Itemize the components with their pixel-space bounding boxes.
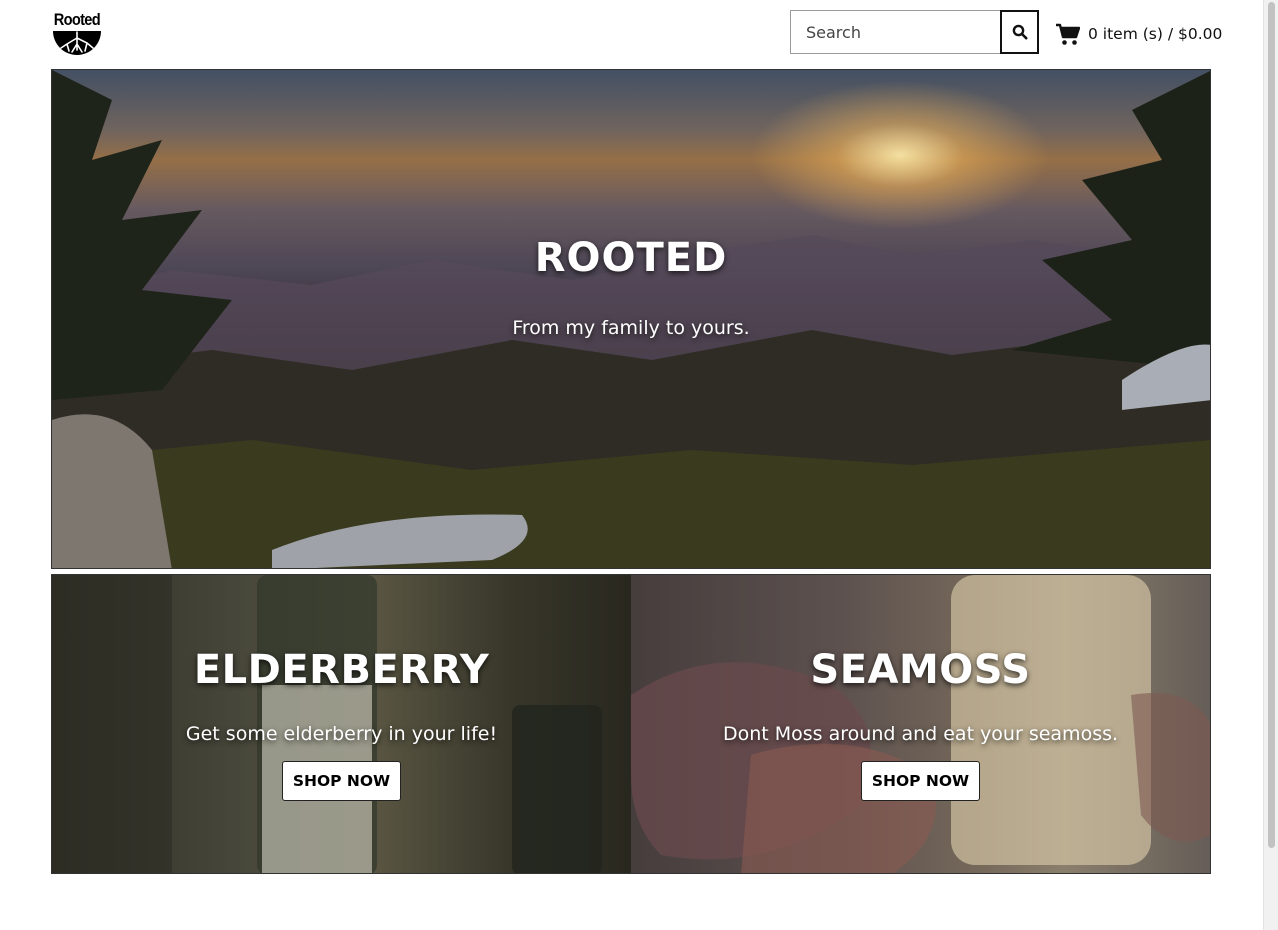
- logo-text: Rooted: [53, 10, 101, 29]
- promo-panels: ELDERBERRY Get some elderberry in your l…: [51, 574, 1211, 874]
- brand-logo[interactable]: Rooted: [51, 11, 103, 57]
- cart-summary: 0 item (s) / $0.00: [1088, 25, 1223, 43]
- vertical-scrollbar[interactable]: [1263, 0, 1278, 930]
- shop-elderberry-button[interactable]: SHOP NOW: [281, 761, 402, 801]
- elderberry-title: ELDERBERRY: [193, 647, 490, 693]
- elderberry-subtitle: Get some elderberry in your life!: [185, 723, 498, 745]
- seamoss-subtitle: Dont Moss around and eat your seamoss.: [722, 723, 1119, 745]
- hero-banner: ROOTED From my family to yours.: [51, 69, 1211, 569]
- search-bar: [790, 10, 1039, 54]
- search-input[interactable]: [790, 10, 1000, 54]
- search-icon: [1012, 24, 1027, 40]
- seamoss-panel: SEAMOSS Dont Moss around and eat your se…: [631, 575, 1210, 873]
- search-button[interactable]: [1000, 10, 1039, 54]
- roots-icon: [53, 31, 101, 55]
- elderberry-panel: ELDERBERRY Get some elderberry in your l…: [52, 575, 631, 873]
- hero-title: ROOTED: [534, 235, 728, 281]
- seamoss-title: SEAMOSS: [810, 647, 1031, 693]
- shop-seamoss-button[interactable]: SHOP NOW: [860, 761, 981, 801]
- hero-content: ROOTED From my family to yours.: [52, 70, 1210, 568]
- shopping-cart-icon: [1056, 23, 1080, 45]
- scrollbar-thumb[interactable]: [1268, 2, 1275, 848]
- page: Rooted 0 item (s) / $0.00: [0, 0, 1278, 930]
- cart-link[interactable]: 0 item (s) / $0.00: [1055, 21, 1222, 47]
- hero-subtitle: From my family to yours.: [512, 317, 750, 339]
